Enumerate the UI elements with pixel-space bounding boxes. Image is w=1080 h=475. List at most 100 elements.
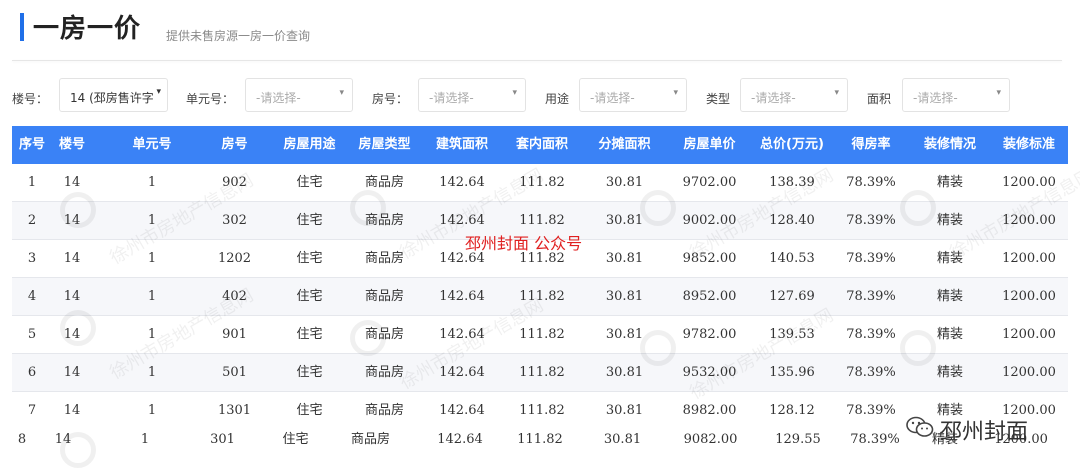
cell-row-index: 3 [27, 251, 37, 266]
col-header: 得房率 [851, 137, 891, 152]
cell-building-no: 14 [63, 289, 81, 304]
cell-efficiency-rate: 78.39% [846, 289, 896, 304]
brand-watermark: 邳州封面 [906, 412, 1076, 446]
cell-decoration-standard: 1200.00 [1002, 213, 1056, 228]
cell-building-no: 14 [63, 365, 81, 380]
cell-building-no: 14 [63, 327, 81, 342]
cell-inner-area: 111.82 [519, 175, 565, 190]
cell-shared-area: 30.81 [605, 175, 644, 190]
overlay-caption: 邳州封面 公众号 [465, 234, 583, 253]
area-select-placeholder: -请选择- [913, 91, 958, 105]
col-header: 分摊面积 [598, 137, 651, 152]
table-row[interactable]: 1 14 1 902 住宅 商品房 142.64 111.82 30.81 9702.00 138.… [12, 164, 1068, 202]
cell-total-price: 140.53 [769, 251, 815, 266]
cell-building-no: 14 [63, 213, 81, 228]
cell-usage: 住宅 [296, 175, 323, 190]
building-select-value: 14 (邳房售许字 [70, 91, 154, 105]
cell-house-type: 商品房 [364, 251, 404, 266]
usage-select-placeholder: -请选择- [590, 91, 635, 105]
cell-row-index: 2 [27, 213, 37, 228]
cell-unit-no: 1 [147, 365, 157, 380]
table-row[interactable]: 4 14 1 402 住宅 商品房 142.64 111.82 30.81 8952.00 127.… [12, 278, 1068, 316]
cell-decoration: 精装 [936, 175, 963, 190]
cell-row-index: 1 [27, 175, 37, 190]
table-row[interactable]: 5 14 1 901 住宅 商品房 142.64 111.82 30.81 9782.00 139.… [12, 316, 1068, 354]
chevron-down-icon: ▾ [512, 88, 517, 98]
cell-decoration: 精装 [936, 365, 963, 380]
page-subtitle: 提供未售房源一房一价查询 [166, 29, 311, 43]
cell-decoration: 精装 [936, 327, 963, 342]
cell-room-no: 402 [222, 289, 247, 304]
col-header: 总价(万元) [760, 137, 824, 152]
room-select[interactable]: -请选择- ▾ [418, 78, 526, 112]
cell-room-no: 501 [222, 365, 247, 380]
cell-house-type: 商品房 [364, 175, 404, 190]
cell-shared-area: 30.81 [605, 365, 644, 380]
chevron-down-icon: ▾ [673, 88, 678, 98]
unit-label: 单元号： [186, 92, 235, 106]
cell-total-price: 138.39 [769, 175, 815, 190]
room-label: 房号： [372, 92, 409, 106]
area-select[interactable]: -请选择- ▾ [902, 78, 1010, 112]
cell-usage: 住宅 [296, 289, 323, 304]
table-header: 序号 楼号 单元号 房号 房屋用途 房屋类型 建筑面积 套内面积 分摊面积 房屋… [12, 126, 1068, 164]
title-accent-bar [20, 13, 24, 41]
cell-inner-area: 111.82 [519, 365, 565, 380]
type-select[interactable]: -请选择- ▾ [740, 78, 848, 112]
table-body: 1 14 1 902 住宅 商品房 142.64 111.82 30.81 9702.00 138.… [12, 164, 1068, 430]
cell-unit-price: 9782.00 [682, 327, 737, 342]
col-header: 单元号 [132, 137, 172, 152]
cell-build-area: 142.64 [439, 289, 485, 304]
col-header: 装修情况 [923, 137, 976, 152]
table-row[interactable]: 6 14 1 501 住宅 商品房 142.64 111.82 30.81 9532.00 135.… [12, 354, 1068, 392]
cell-room-no: 902 [222, 175, 247, 190]
cell-build-area: 142.64 [437, 432, 483, 447]
building-label: 楼号： [12, 92, 49, 106]
filter-bar: 楼号： 14 (邳房售许字 ▾ 单元号： -请选择- ▾ 房号： -请选择- ▾… [0, 78, 1080, 114]
cell-inner-area: 111.82 [519, 289, 565, 304]
unit-select[interactable]: -请选择- ▾ [245, 78, 353, 112]
cell-decoration: 精装 [936, 289, 963, 304]
cell-efficiency-rate: 78.39% [846, 213, 896, 228]
cell-unit-price: 9852.00 [682, 251, 737, 266]
cell-build-area: 142.64 [439, 365, 485, 380]
cell-unit-no: 1 [147, 327, 157, 342]
type-select-placeholder: -请选择- [751, 91, 796, 105]
page-header: 一房一价 提供未售房源一房一价查询 [0, 0, 1080, 60]
cell-build-area: 142.64 [439, 327, 485, 342]
cell-build-area: 142.64 [439, 175, 485, 190]
cell-usage: 住宅 [296, 251, 323, 266]
cell-building-no: 14 [63, 251, 81, 266]
cell-building-no: 14 [54, 432, 72, 447]
chevron-down-icon: ▾ [156, 87, 161, 97]
usage-select[interactable]: -请选择- ▾ [579, 78, 687, 112]
cell-decoration: 精装 [936, 213, 963, 228]
cell-usage: 住宅 [296, 327, 323, 342]
cell-unit-price: 9702.00 [682, 175, 737, 190]
cell-usage: 住宅 [296, 213, 323, 228]
chevron-down-icon: ▾ [834, 88, 839, 98]
col-header: 套内面积 [515, 137, 568, 152]
cell-shared-area: 30.81 [603, 432, 642, 447]
cell-house-type: 商品房 [350, 432, 390, 447]
price-table: 序号 楼号 单元号 房号 房屋用途 房屋类型 建筑面积 套内面积 分摊面积 房屋… [12, 126, 1068, 430]
cell-unit-no: 1 [147, 213, 157, 228]
col-header: 房屋单价 [683, 137, 736, 152]
wechat-icon [906, 416, 934, 437]
cell-decoration: 精装 [936, 251, 963, 266]
cell-row-index: 8 [17, 432, 27, 447]
chevron-down-icon: ▾ [339, 88, 344, 98]
cell-efficiency-rate: 78.39% [846, 327, 896, 342]
cell-shared-area: 30.81 [605, 251, 644, 266]
building-select[interactable]: 14 (邳房售许字 ▾ [59, 78, 168, 112]
cell-unit-price: 9532.00 [682, 365, 737, 380]
cell-efficiency-rate: 78.39% [846, 365, 896, 380]
cell-decoration-standard: 1200.00 [1002, 251, 1056, 266]
cell-house-type: 商品房 [364, 289, 404, 304]
cell-row-index: 5 [27, 327, 37, 342]
cell-room-no: 301 [210, 432, 235, 447]
col-header: 房屋类型 [358, 137, 411, 152]
cell-efficiency-rate: 78.39% [850, 432, 900, 447]
cell-usage: 住宅 [282, 432, 309, 447]
cell-house-type: 商品房 [364, 213, 404, 228]
